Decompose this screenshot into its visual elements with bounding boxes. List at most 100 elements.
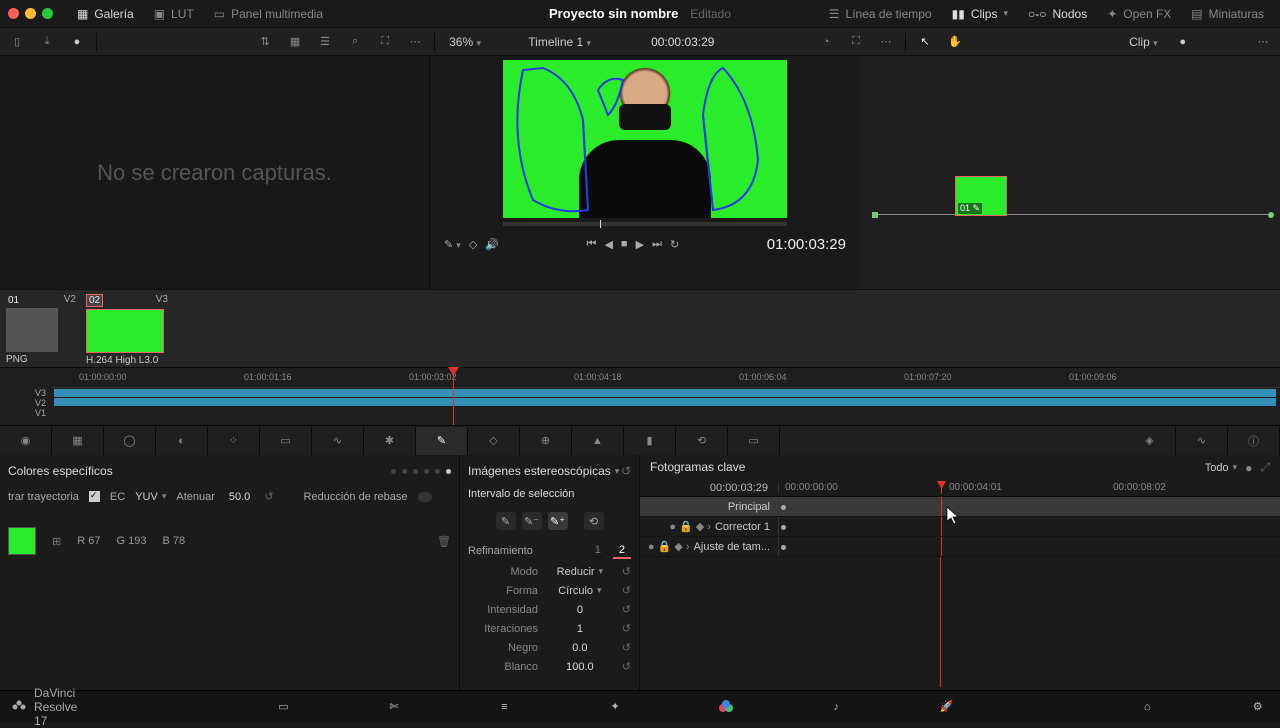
mode-dropdown[interactable]: Reducir ▾: [557, 566, 603, 578]
picker-icon[interactable]: ✎ ▾: [444, 238, 461, 251]
node-graph[interactable]: 01 ✎: [860, 56, 1280, 289]
first-frame-button[interactable]: ⏮: [587, 238, 597, 251]
window-icon[interactable]: ◇: [468, 427, 520, 455]
scopes-icon[interactable]: ∿: [1176, 427, 1228, 455]
audio-icon[interactable]: 🔊: [485, 238, 499, 251]
hand-icon[interactable]: ✋: [944, 31, 966, 53]
fusion-page-icon[interactable]: ✦: [605, 700, 626, 713]
page-dots[interactable]: [391, 469, 451, 474]
kf-row-sizing[interactable]: ● 🔒 ◆ › Ajuste de tam...: [640, 537, 1280, 557]
blur-icon[interactable]: ▮: [624, 427, 676, 455]
timeline-ruler[interactable]: 01:00:00:00 01:00:01:16 01:00:03:02 01:0…: [52, 368, 1280, 388]
fullscreen-icon[interactable]: ⛶: [845, 31, 867, 53]
media-page-icon[interactable]: ▭: [273, 700, 294, 713]
reset-icon[interactable]: ↺: [622, 641, 631, 654]
node-01[interactable]: 01 ✎: [955, 176, 1007, 216]
zoom-dropdown[interactable]: 36% ▾: [443, 35, 487, 49]
thumbnails-tab[interactable]: ▤ Miniaturas: [1183, 3, 1272, 25]
magic-mask-icon[interactable]: ▲: [572, 427, 624, 455]
tracking-icon[interactable]: ⊕: [520, 427, 572, 455]
expand-icon[interactable]: ⤢: [1260, 460, 1270, 475]
iterations-value[interactable]: 1: [555, 623, 605, 635]
picker-sub-icon[interactable]: ✎⁻: [522, 512, 542, 530]
gallery-tab[interactable]: ▦ Galería: [69, 3, 142, 25]
add-swatch-icon[interactable]: ⊞: [52, 535, 61, 548]
home-icon[interactable]: ⌂: [1137, 701, 1158, 713]
overlay-icon[interactable]: ◇: [469, 238, 477, 251]
chevron-down-icon[interactable]: ▾: [615, 466, 620, 477]
more-icon-2[interactable]: ⋯: [875, 31, 897, 53]
timeline-timecode[interactable]: 00:00:03:29: [651, 35, 714, 49]
reset-icon[interactable]: ↺: [622, 565, 631, 578]
grid-icon[interactable]: ▦: [284, 31, 306, 53]
sizing-icon[interactable]: ▭: [728, 427, 780, 455]
kf-filter-dropdown[interactable]: Todo ▾: [1205, 462, 1237, 474]
more-icon-3[interactable]: ⋯: [1252, 31, 1274, 53]
node-input[interactable]: [872, 212, 878, 218]
clip-item[interactable]: 02 V3 H.264 High L3.0: [86, 294, 168, 366]
download-icon[interactable]: ⤓: [36, 31, 58, 53]
expand-icon[interactable]: ⛶: [374, 31, 396, 53]
kf-ruler[interactable]: 00:00:00:00 00:00:04:01 00:00:08:02: [778, 482, 1280, 494]
warper-icon[interactable]: ✱: [364, 427, 416, 455]
fairlight-page-icon[interactable]: ♪: [826, 701, 847, 713]
reset-icon[interactable]: ↺: [621, 464, 631, 478]
rgb-mixer-icon[interactable]: ⁘: [208, 427, 260, 455]
maximize-icon[interactable]: [42, 8, 53, 19]
hdr-icon[interactable]: ◐: [156, 427, 208, 455]
minimize-icon[interactable]: [25, 8, 36, 19]
kf-row-principal[interactable]: Principal: [640, 497, 1280, 517]
nodes-tab[interactable]: ○-○ Nodos: [1020, 3, 1095, 25]
media-tab[interactable]: ▭ Panel multimedia: [206, 3, 331, 25]
loop-button[interactable]: ↻: [670, 238, 679, 251]
layout-icon[interactable]: ▯: [6, 31, 28, 53]
info-icon[interactable]: ⓘ: [1228, 427, 1280, 455]
openfx-tab[interactable]: ✦ Open FX: [1099, 3, 1179, 25]
cut-page-icon[interactable]: ✄: [384, 700, 405, 713]
camera-raw-icon[interactable]: ◉: [0, 427, 52, 455]
kf-current-tc[interactable]: 00:00:03:29: [640, 482, 778, 494]
lut-tab[interactable]: ▣ LUT: [146, 3, 202, 25]
reset-icon[interactable]: ↺: [622, 603, 631, 616]
highlight-icon[interactable]: ◈: [1124, 427, 1176, 455]
mini-timeline[interactable]: 01:00:00:00 01:00:01:16 01:00:03:02 01:0…: [0, 367, 1280, 425]
more-icon[interactable]: ⋯: [404, 31, 426, 53]
clip-segment[interactable]: [54, 389, 1276, 397]
search-icon[interactable]: ⌕: [344, 31, 366, 53]
color-page-icon[interactable]: [715, 699, 736, 715]
edit-page-icon[interactable]: ≡: [494, 701, 515, 713]
playhead[interactable]: [453, 368, 454, 425]
timeline-name[interactable]: Timeline 1 ▾: [528, 35, 591, 49]
sort-icon[interactable]: ⇅: [254, 31, 276, 53]
black-value[interactable]: 0.0: [555, 642, 605, 654]
bypass-icon[interactable]: ◔: [815, 31, 837, 53]
shape-dropdown[interactable]: Círculo ▾: [558, 585, 601, 597]
reset-icon[interactable]: ↺: [264, 490, 273, 503]
dot-icon[interactable]: ●: [1172, 31, 1194, 53]
list-icon[interactable]: ☰: [314, 31, 336, 53]
clip-item[interactable]: 01 V2 PNG: [6, 294, 76, 365]
attenuate-value[interactable]: 50.0: [225, 491, 254, 503]
deliver-page-icon[interactable]: 🚀: [936, 700, 957, 713]
prev-frame-button[interactable]: ◀: [604, 238, 612, 251]
clips-tab[interactable]: ▮▮ Clips ▾: [944, 3, 1016, 25]
reset-icon[interactable]: ↺: [622, 584, 631, 597]
dot-icon[interactable]: ●: [1245, 461, 1252, 475]
reduction-toggle[interactable]: [418, 492, 432, 502]
white-value[interactable]: 100.0: [555, 661, 605, 673]
viewer-scrubber[interactable]: [503, 222, 787, 226]
intensity-value[interactable]: 0: [555, 604, 605, 616]
wheels-icon[interactable]: ◯: [104, 427, 156, 455]
clip-segment[interactable]: [54, 398, 1276, 406]
qualifier-icon[interactable]: ✎: [416, 427, 468, 455]
motion-icon[interactable]: ▭: [260, 427, 312, 455]
color-swatch[interactable]: [8, 527, 36, 555]
picker-invert-icon[interactable]: ✎: [496, 512, 516, 530]
clip-mode-dropdown[interactable]: Clip ▾: [1123, 35, 1164, 49]
trash-icon[interactable]: 🗑: [437, 535, 451, 548]
reset-icon[interactable]: ↺: [622, 622, 631, 635]
curves-icon[interactable]: ∿: [312, 427, 364, 455]
kf-row-corrector[interactable]: ● 🔒 ◆ › Corrector 1: [640, 517, 1280, 537]
last-frame-button[interactable]: ⏭: [652, 238, 662, 251]
colorspace-dropdown[interactable]: YUV ▾: [135, 491, 166, 503]
